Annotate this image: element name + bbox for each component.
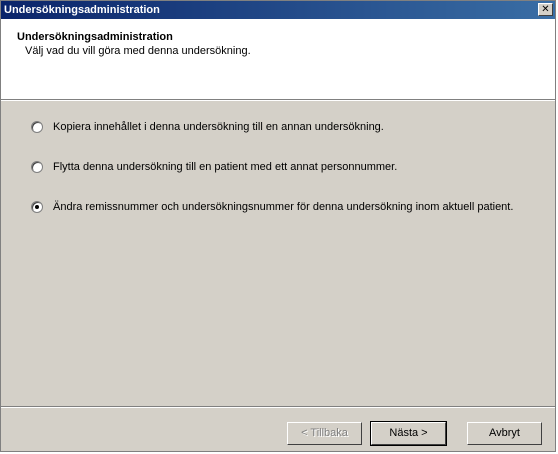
- header-subtitle: Välj vad du vill göra med denna undersök…: [25, 45, 251, 57]
- option-move-label: Flytta denna undersökning till en patien…: [53, 161, 398, 173]
- option-copy-label: Kopiera innehållet i denna undersökning …: [53, 121, 384, 133]
- wizard-header: Undersökningsadministration Välj vad du …: [1, 19, 555, 101]
- radio-copy[interactable]: [31, 121, 43, 133]
- header-title: Undersökningsadministration: [17, 31, 173, 43]
- option-change-label: Ändra remissnummer och undersökningsnumm…: [53, 201, 514, 213]
- radio-move[interactable]: [31, 161, 43, 173]
- next-button[interactable]: Nästa >: [370, 421, 447, 446]
- window-title: Undersökningsadministration: [4, 4, 160, 16]
- option-change[interactable]: Ändra remissnummer och undersökningsnumm…: [31, 199, 513, 215]
- footer-divider-highlight: [1, 407, 555, 408]
- option-move[interactable]: Flytta denna undersökning till en patien…: [31, 159, 397, 175]
- title-bar[interactable]: Undersökningsadministration ✕: [1, 1, 555, 19]
- cancel-button[interactable]: Avbryt: [467, 422, 542, 445]
- radio-change[interactable]: [31, 201, 43, 213]
- back-button[interactable]: < Tillbaka: [287, 422, 362, 445]
- close-button[interactable]: ✕: [538, 3, 553, 16]
- dialog-window: Undersökningsadministration ✕ Undersökni…: [0, 0, 556, 452]
- option-copy[interactable]: Kopiera innehållet i denna undersökning …: [31, 119, 384, 135]
- close-icon: ✕: [541, 4, 550, 15]
